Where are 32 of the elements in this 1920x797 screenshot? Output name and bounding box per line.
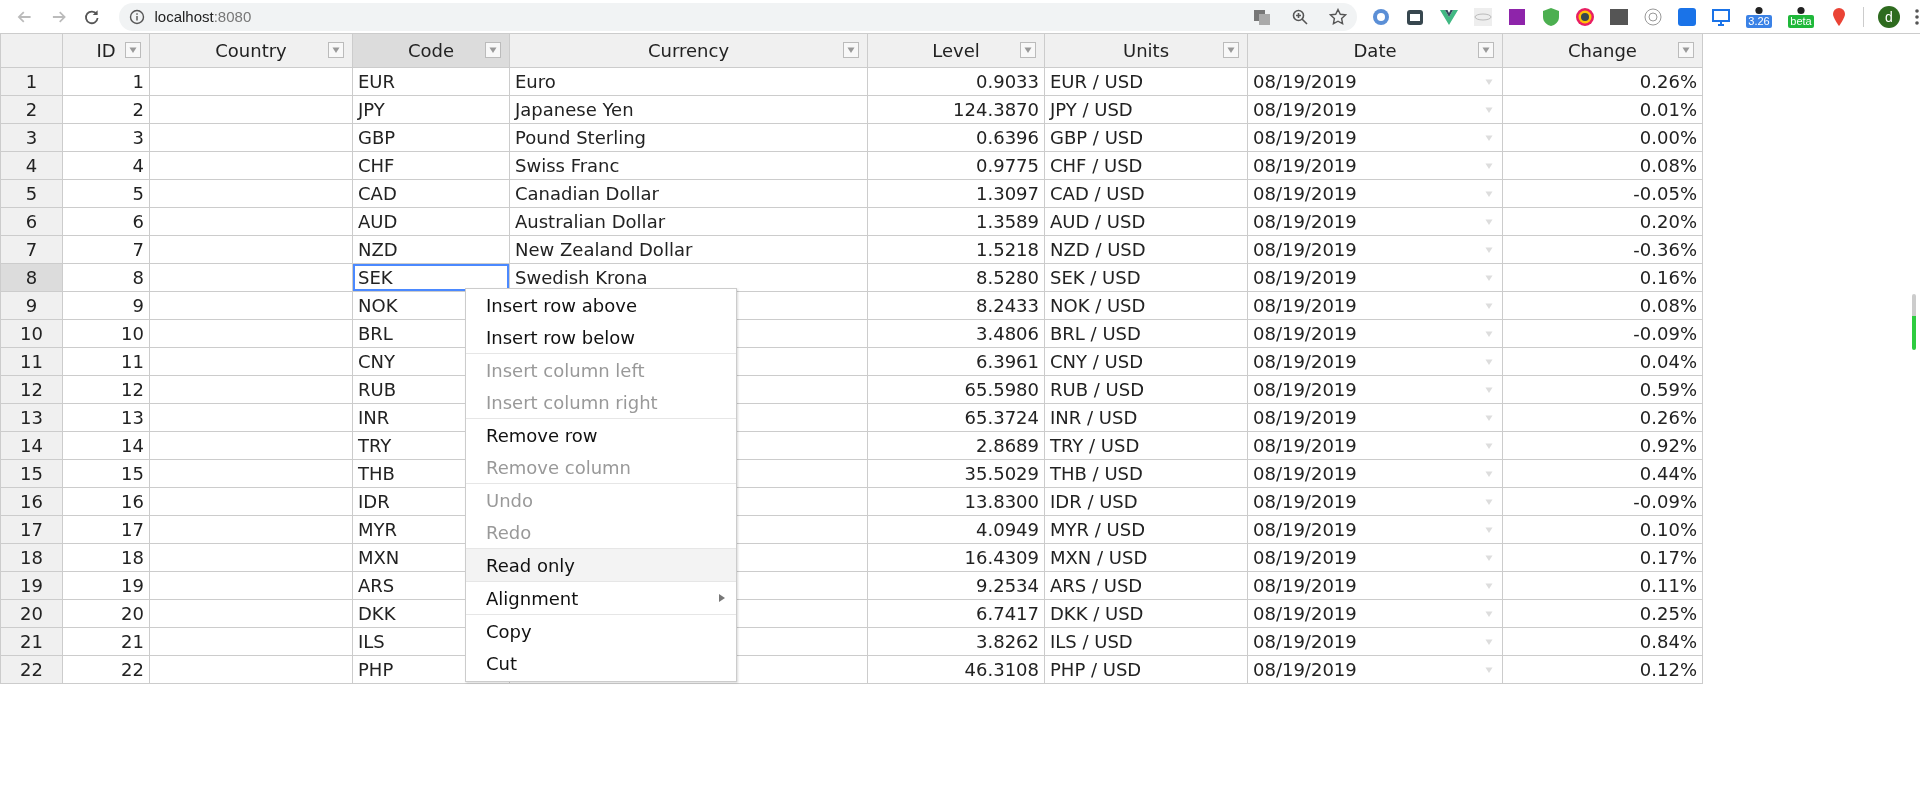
extension-badge: beta: [1788, 14, 1814, 28]
cell-text: 08/19/2019: [1253, 547, 1357, 568]
cell-text: 08/19/2019: [1253, 519, 1357, 540]
cell-text: 08/19/2019: [1253, 183, 1357, 204]
cell-text: 08/19/2019: [1253, 603, 1357, 624]
column-label: Level: [932, 40, 980, 61]
cell-text: 08/19/2019: [1253, 155, 1357, 176]
cell-text: 08/19/2019: [1253, 323, 1357, 344]
cell-text: 08/19/2019: [1253, 99, 1357, 120]
column-label: Date: [1353, 40, 1397, 61]
cell-text: 08/19/2019: [1253, 239, 1357, 260]
cell-text: 08/19/2019: [1253, 435, 1357, 456]
cell-text: 08/19/2019: [1253, 351, 1357, 372]
cell-text: 08/19/2019: [1253, 211, 1357, 232]
column-label: Change: [1568, 40, 1637, 61]
column-label: Currency: [647, 40, 730, 61]
cell-text: 08/19/2019: [1253, 127, 1357, 148]
column-label: Code: [407, 40, 455, 61]
cell-text: 08/19/2019: [1253, 463, 1357, 484]
cell-text: 08/19/2019: [1253, 407, 1357, 428]
cell-text: 08/19/2019: [1253, 379, 1357, 400]
column-label: Units: [1123, 40, 1169, 61]
cell-text: 08/19/2019: [1253, 659, 1357, 680]
column-label: ID: [96, 40, 116, 61]
cell-text: 08/19/2019: [1253, 575, 1357, 596]
column-label: Country: [215, 40, 287, 61]
cell-text: 08/19/2019: [1253, 295, 1357, 316]
cell-text: 08/19/2019: [1253, 631, 1357, 652]
extension-badge: 3.26: [1746, 14, 1772, 28]
cell-text: 08/19/2019: [1253, 491, 1357, 512]
cell-text: 08/19/2019: [1253, 71, 1357, 92]
cell-text: 08/19/2019: [1253, 267, 1357, 288]
